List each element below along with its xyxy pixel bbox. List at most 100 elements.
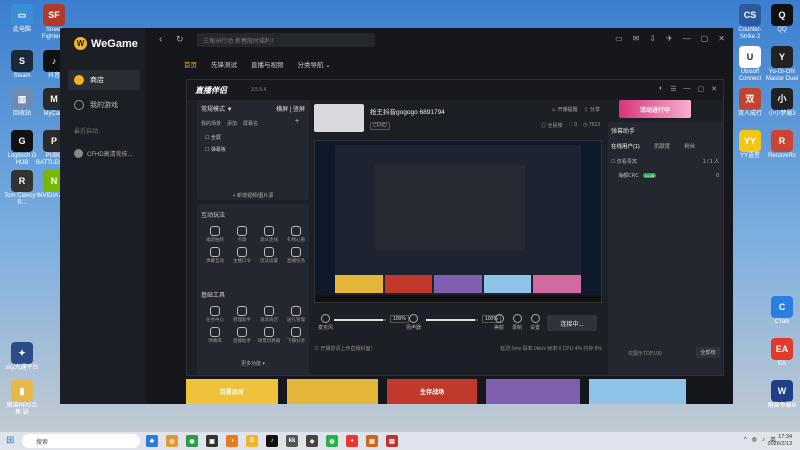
speaker-volume-slider[interactable] xyxy=(426,319,478,321)
tab-1[interactable]: 先锋测试 xyxy=(211,59,237,69)
desktop-icon[interactable]: ▭ 此电脑 xyxy=(4,4,40,34)
scene-item-fullscreen[interactable]: ☐ 全屏 xyxy=(205,134,221,141)
desktop-icon[interactable]: U Ubisoft Connect xyxy=(732,46,768,83)
scene-tab-add[interactable]: 添加 xyxy=(227,120,237,127)
tray-icon[interactable]: ^ xyxy=(744,437,747,443)
record-control[interactable]: 录制 xyxy=(512,314,522,331)
store-banner[interactable] xyxy=(588,379,686,404)
taskbar-app-icon[interactable]: ◕ xyxy=(346,435,358,447)
full-rank-button[interactable]: 全部榜 xyxy=(696,347,720,358)
desktop-icon[interactable]: YY YY语音 xyxy=(732,130,768,160)
header-icon[interactable]: ✕ xyxy=(711,85,717,93)
desktop-icon[interactable]: ▥ 回收站 xyxy=(4,88,40,118)
tab-3[interactable]: 分类导航 ⌄ xyxy=(298,59,331,69)
desktop-icon[interactable]: R RecoveRx xyxy=(764,130,800,160)
taskbar-app-icon[interactable]: ▤ xyxy=(366,435,378,447)
taskbar-app-icon[interactable]: ▥ xyxy=(386,435,398,447)
tab-audience-0[interactable]: 在线用户(1) xyxy=(611,142,640,150)
orientation-toggle[interactable]: 横屏 | 竖屏 xyxy=(276,104,305,113)
taskbar-app-icon[interactable]: ◍ xyxy=(326,435,338,447)
scene-tab-screen[interactable]: 屏幕名 xyxy=(243,120,258,127)
scene-mode-select[interactable]: 常规模式 ▼ xyxy=(201,104,233,113)
speaker-control[interactable]: 扬声器 xyxy=(406,314,421,331)
taskbar-app-icon[interactable]: ◈ xyxy=(306,435,318,447)
tab-audience-2[interactable]: 粉丝 xyxy=(684,142,695,150)
room-title[interactable]: 抢王抖音gogogo 6891794 xyxy=(370,106,445,116)
tab-2[interactable]: 直播与视频 xyxy=(251,59,284,69)
desktop-icon[interactable]: 小小小梦魇3 xyxy=(764,88,800,118)
desktop-icon[interactable]: Y Yu-Gi-Oh! Master Duel xyxy=(764,46,800,83)
desktop-icon[interactable]: G Logitech G HUB xyxy=(4,130,40,167)
recent-game-item[interactable]: CFHD高清竞技... xyxy=(74,149,133,158)
taskbar-app-icon[interactable]: ◎ xyxy=(166,435,178,447)
tool-button[interactable]: 任务中心 xyxy=(203,304,227,323)
toolbar-icon[interactable]: ✉ xyxy=(633,34,640,43)
tool-button[interactable]: 礼物心愿 xyxy=(284,224,308,243)
add-source-button[interactable]: + 新增视频/图片源 xyxy=(197,192,309,199)
windows-start-icon[interactable]: ⊞ xyxy=(6,436,16,446)
toolbar-icon[interactable]: ✕ xyxy=(718,34,725,43)
tab-0[interactable]: 首页 xyxy=(184,59,197,69)
store-banner[interactable] xyxy=(485,379,580,404)
store-banner[interactable] xyxy=(286,379,379,404)
tool-button[interactable]: 送礼管理 xyxy=(284,304,308,323)
desktop-icon[interactable]: C CTalk xyxy=(764,296,800,326)
taskbar-app-icon[interactable]: ♪ xyxy=(266,435,278,447)
toolbar-icon[interactable]: ✈ xyxy=(666,34,673,43)
beauty-control[interactable]: 美颜 xyxy=(494,314,504,331)
taskbar-search-input[interactable]: 搜索 xyxy=(22,434,140,448)
taskbar-app-icon[interactable]: ▣ xyxy=(206,435,218,447)
tool-button[interactable]: 管理助手 xyxy=(230,304,254,323)
sidebar-item-my-games[interactable]: 我的游戏 xyxy=(68,95,140,115)
header-icon[interactable]: ◐ xyxy=(659,85,663,93)
toolbar-icon[interactable]: ▭ xyxy=(615,34,623,43)
refresh-icon[interactable]: ↻ xyxy=(176,34,184,45)
tray-icon[interactable]: ◍ xyxy=(752,436,757,443)
reminder-button[interactable]: ☺ 开播提醒 xyxy=(551,106,578,113)
mic-volume-slider[interactable] xyxy=(334,319,386,321)
tool-button[interactable]: 玩法设置 xyxy=(257,245,281,264)
taskbar-app-icon[interactable]: kk xyxy=(286,435,298,447)
cover-image[interactable] xyxy=(314,104,364,132)
tray-icon[interactable]: ♪ xyxy=(762,437,765,443)
desktop-icon[interactable]: EA EA xyxy=(764,338,800,368)
settings-control[interactable]: 设置 xyxy=(530,314,540,331)
tool-button[interactable]: 场景切换器 xyxy=(257,325,281,344)
taskbar-app-icon[interactable]: ❖ xyxy=(146,435,158,447)
list-item[interactable]: 海都CRC Lv.26 0 xyxy=(618,172,719,180)
header-icon[interactable]: ☰ xyxy=(670,85,676,93)
taskbar-clock[interactable]: 17:34 2026/2/13 xyxy=(768,434,792,448)
toolbar-icon[interactable]: ▢ xyxy=(701,34,709,43)
toolbar-icon[interactable]: — xyxy=(683,34,691,43)
start-live-button[interactable]: 连接中... xyxy=(547,315,597,331)
tool-button[interactable]: 主播口令 xyxy=(230,245,254,264)
sidebar-item-store[interactable]: 商店 xyxy=(68,70,140,90)
header-icon[interactable]: ▢ xyxy=(698,85,705,93)
taskbar-app-icon[interactable]: G xyxy=(246,435,258,447)
desktop-icon[interactable]: ✦ sky光遇平台 xyxy=(4,342,40,372)
vip-filter-checkbox[interactable]: ☐ 仅看贵宾 xyxy=(611,158,637,165)
category-chip[interactable]: CFHD xyxy=(370,122,390,130)
desktop-icon[interactable]: Q QQ xyxy=(764,4,800,34)
store-banner[interactable]: 生存战场 xyxy=(387,379,477,404)
tool-button[interactable]: 点歌 xyxy=(230,224,254,243)
scene-item-danmaku[interactable]: ☐ 弹幕板 xyxy=(205,146,226,153)
taskbar-app-icon[interactable]: ◉ xyxy=(186,435,198,447)
tool-button[interactable]: 弹幕互动 xyxy=(203,245,227,264)
tool-button[interactable]: 道具商店 xyxy=(257,304,281,323)
scene-tab-mine[interactable]: 我的场景 xyxy=(201,120,221,127)
desktop-icon[interactable]: R Tom Clancy's R... xyxy=(4,170,40,207)
back-icon[interactable]: ‹ xyxy=(159,34,162,45)
mic-control[interactable]: 麦克风 xyxy=(318,314,333,331)
desktop-icon[interactable]: W 魔兽争霸III xyxy=(764,380,800,410)
tool-button[interactable]: 直播助手 xyxy=(230,325,254,344)
desktop-icon[interactable]: S Steam xyxy=(4,50,40,80)
cover-warning[interactable]: ⊙ 开播前请上传直播封面！ xyxy=(314,345,375,352)
tool-button[interactable]: 下播分享 xyxy=(284,325,308,344)
add-scene-icon[interactable]: + xyxy=(295,118,299,125)
more-features-button[interactable]: 更多功能 ▾ xyxy=(197,360,309,367)
desktop-icon[interactable]: 双双人成行 xyxy=(732,88,768,118)
tool-button[interactable]: 直播任务 xyxy=(284,245,308,264)
store-search-input[interactable]: 三角洲行动·新春限时福利！ xyxy=(197,33,375,47)
taskbar-app-icon[interactable]: ◑ xyxy=(226,435,238,447)
